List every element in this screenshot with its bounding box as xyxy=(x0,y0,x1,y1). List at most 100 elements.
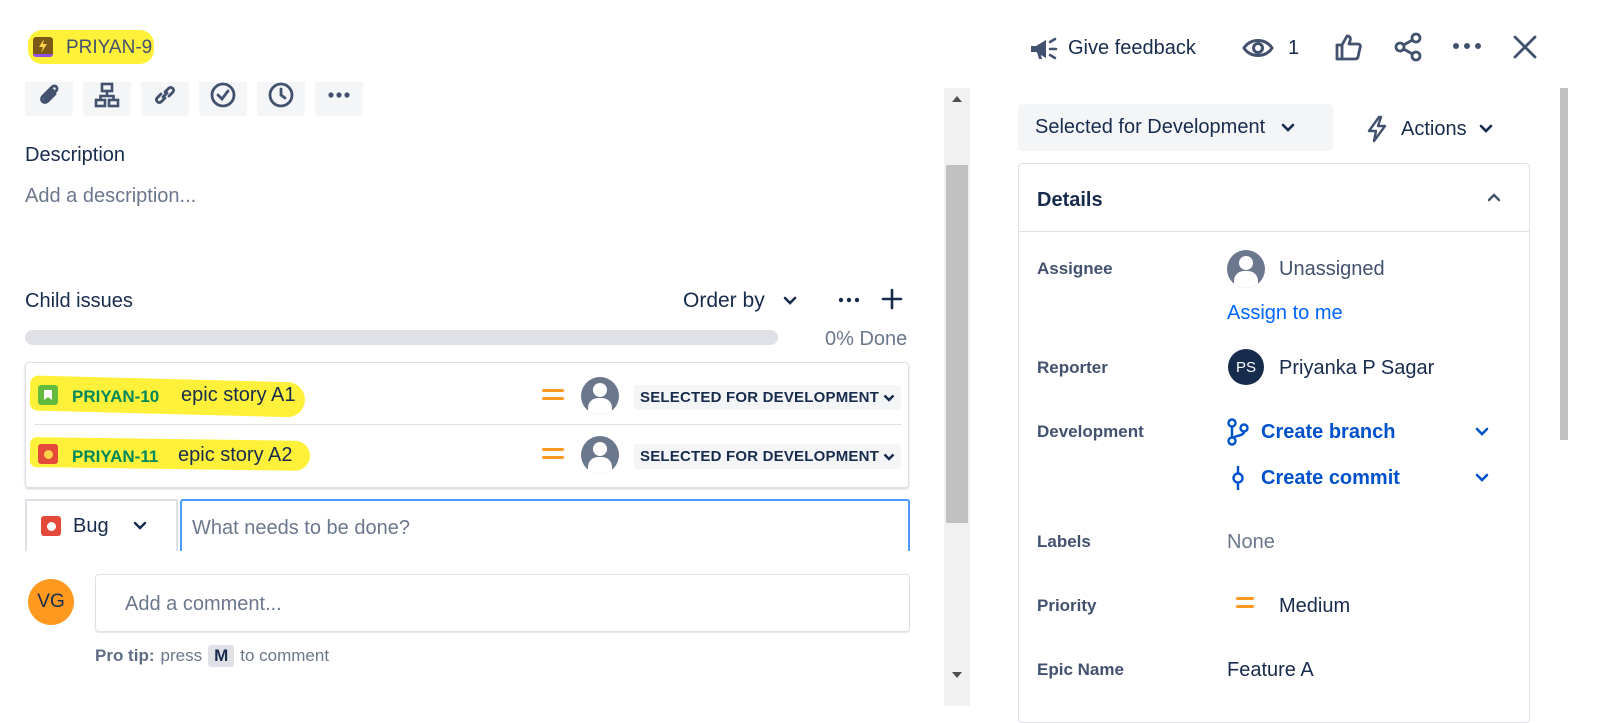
chevron-down-icon xyxy=(1475,427,1489,436)
pro-tip: Pro tip: press M to comment xyxy=(95,645,329,667)
progress-bar xyxy=(25,330,778,345)
lightning-icon xyxy=(1367,115,1387,143)
status-transition-label: Selected for Development xyxy=(1035,116,1266,138)
reporter-value[interactable]: Priyanka P Sagar xyxy=(1279,357,1434,380)
priority-medium-icon xyxy=(542,389,564,405)
epic-icon xyxy=(33,37,53,57)
status-dropdown[interactable]: SELECTED FOR DEVELOPMENT xyxy=(634,385,901,410)
watch-count: 1 xyxy=(1288,36,1300,59)
details-header[interactable]: Details xyxy=(1019,164,1529,232)
details-heading: Details xyxy=(1037,189,1103,211)
epic-name-value[interactable]: Feature A xyxy=(1227,659,1314,682)
unassigned-avatar xyxy=(1227,250,1265,288)
create-commit-button[interactable]: Create commit xyxy=(1227,463,1489,493)
give-feedback-button[interactable]: Give feedback xyxy=(1028,30,1196,66)
chevron-up-icon xyxy=(1487,193,1501,202)
more-icon[interactable] xyxy=(838,296,860,304)
plus-icon[interactable] xyxy=(881,288,903,310)
check-circle-icon xyxy=(210,82,236,108)
reporter-initials: PS xyxy=(1235,358,1256,376)
keyboard-key: M xyxy=(208,645,235,667)
pro-tip-rest: to comment xyxy=(240,646,330,665)
actions-button[interactable]: Actions xyxy=(1365,112,1493,146)
development-label: Development xyxy=(1037,422,1144,441)
share-icon[interactable] xyxy=(1393,32,1423,62)
pro-tip-press: press xyxy=(160,646,203,665)
create-branch-label: Create branch xyxy=(1261,420,1396,443)
reporter-avatar: PS xyxy=(1228,349,1264,385)
comment-input[interactable]: Add a comment... xyxy=(95,574,910,632)
watch-button[interactable]: 1 xyxy=(1242,30,1299,66)
child-issue-summary[interactable]: epic story A2 xyxy=(178,444,293,467)
child-summary-input[interactable]: What needs to be done? xyxy=(180,499,910,551)
chevron-down-icon xyxy=(883,394,895,402)
priority-label: Priority xyxy=(1037,596,1097,615)
assignee-label: Assignee xyxy=(1037,259,1113,278)
labels-value[interactable]: None xyxy=(1227,531,1275,554)
assignee-value[interactable]: Unassigned xyxy=(1279,258,1385,281)
priority-value[interactable]: Medium xyxy=(1279,595,1350,618)
chevron-down-icon xyxy=(883,453,895,461)
scrollbar-thumb[interactable] xyxy=(1560,88,1568,440)
eye-icon xyxy=(1242,39,1274,57)
status-label: SELECTED FOR DEVELOPMENT xyxy=(640,448,879,465)
chevron-down-icon xyxy=(783,296,797,305)
user-avatar-initials: VG xyxy=(37,591,65,612)
comment-placeholder: Add a comment... xyxy=(125,593,282,615)
description-heading: Description xyxy=(25,144,126,166)
status-label: SELECTED FOR DEVELOPMENT xyxy=(640,389,879,406)
sidebar-scrollbar[interactable] xyxy=(1560,88,1568,706)
bug-icon xyxy=(41,516,61,536)
child-issues-heading: Child issues xyxy=(25,290,133,312)
pro-tip-label: Pro tip: xyxy=(95,646,155,665)
assign-to-me-link[interactable]: Assign to me xyxy=(1227,302,1343,325)
child-issue-key[interactable]: PRIYAN-11 xyxy=(72,447,158,467)
create-commit-label: Create commit xyxy=(1261,466,1400,489)
chevron-down-icon xyxy=(133,521,146,530)
chevron-down-icon xyxy=(1479,124,1492,133)
description-field[interactable]: Add a description... xyxy=(25,185,196,208)
order-by-button[interactable]: Order by xyxy=(683,289,797,313)
hierarchy-icon xyxy=(94,82,120,108)
scrollbar-thumb[interactable] xyxy=(946,165,968,523)
order-by-label: Order by xyxy=(683,289,765,312)
priority-medium-icon xyxy=(542,448,564,464)
unassigned-avatar[interactable] xyxy=(581,377,619,415)
give-feedback-label: Give feedback xyxy=(1068,36,1196,59)
link-icon xyxy=(154,86,176,104)
main-scrollbar[interactable] xyxy=(944,88,970,706)
epic-name-label: Epic Name xyxy=(1037,660,1124,679)
list-divider xyxy=(34,424,902,425)
child-issue-summary[interactable]: epic story A1 xyxy=(181,384,296,407)
issue-type-select[interactable]: Bug xyxy=(25,499,178,551)
chevron-down-icon xyxy=(1281,123,1295,132)
megaphone-icon xyxy=(1031,37,1058,60)
bug-icon xyxy=(38,444,58,464)
clock-icon xyxy=(268,82,294,108)
status-dropdown[interactable]: SELECTED FOR DEVELOPMENT xyxy=(634,444,901,469)
commit-icon xyxy=(1232,466,1244,490)
progress-label: 0% Done xyxy=(825,328,908,350)
user-avatar: VG xyxy=(28,579,74,625)
labels-label: Labels xyxy=(1037,532,1091,551)
branch-icon xyxy=(1227,418,1249,446)
paperclip-icon xyxy=(40,84,59,104)
issue-type-label: Bug xyxy=(73,514,109,537)
status-transition-button[interactable]: Selected for Development xyxy=(1018,104,1333,151)
issue-key[interactable]: PRIYAN-9 xyxy=(66,37,152,59)
child-summary-placeholder: What needs to be done? xyxy=(192,517,410,539)
chevron-down-icon xyxy=(1475,473,1489,482)
story-icon xyxy=(38,385,58,405)
close-icon[interactable] xyxy=(1512,34,1538,60)
scroll-up-icon[interactable] xyxy=(951,95,963,103)
header-mask xyxy=(0,70,944,82)
priority-medium-icon xyxy=(1236,597,1254,613)
more-icon[interactable] xyxy=(1452,40,1482,52)
actions-label: Actions xyxy=(1401,117,1467,140)
thumbs-up-icon[interactable] xyxy=(1333,32,1363,62)
unassigned-avatar[interactable] xyxy=(581,436,619,474)
child-issue-key[interactable]: PRIYAN-10 xyxy=(72,387,159,407)
reporter-label: Reporter xyxy=(1037,358,1108,377)
create-branch-button[interactable]: Create branch xyxy=(1227,417,1489,447)
scroll-down-icon[interactable] xyxy=(951,671,963,679)
